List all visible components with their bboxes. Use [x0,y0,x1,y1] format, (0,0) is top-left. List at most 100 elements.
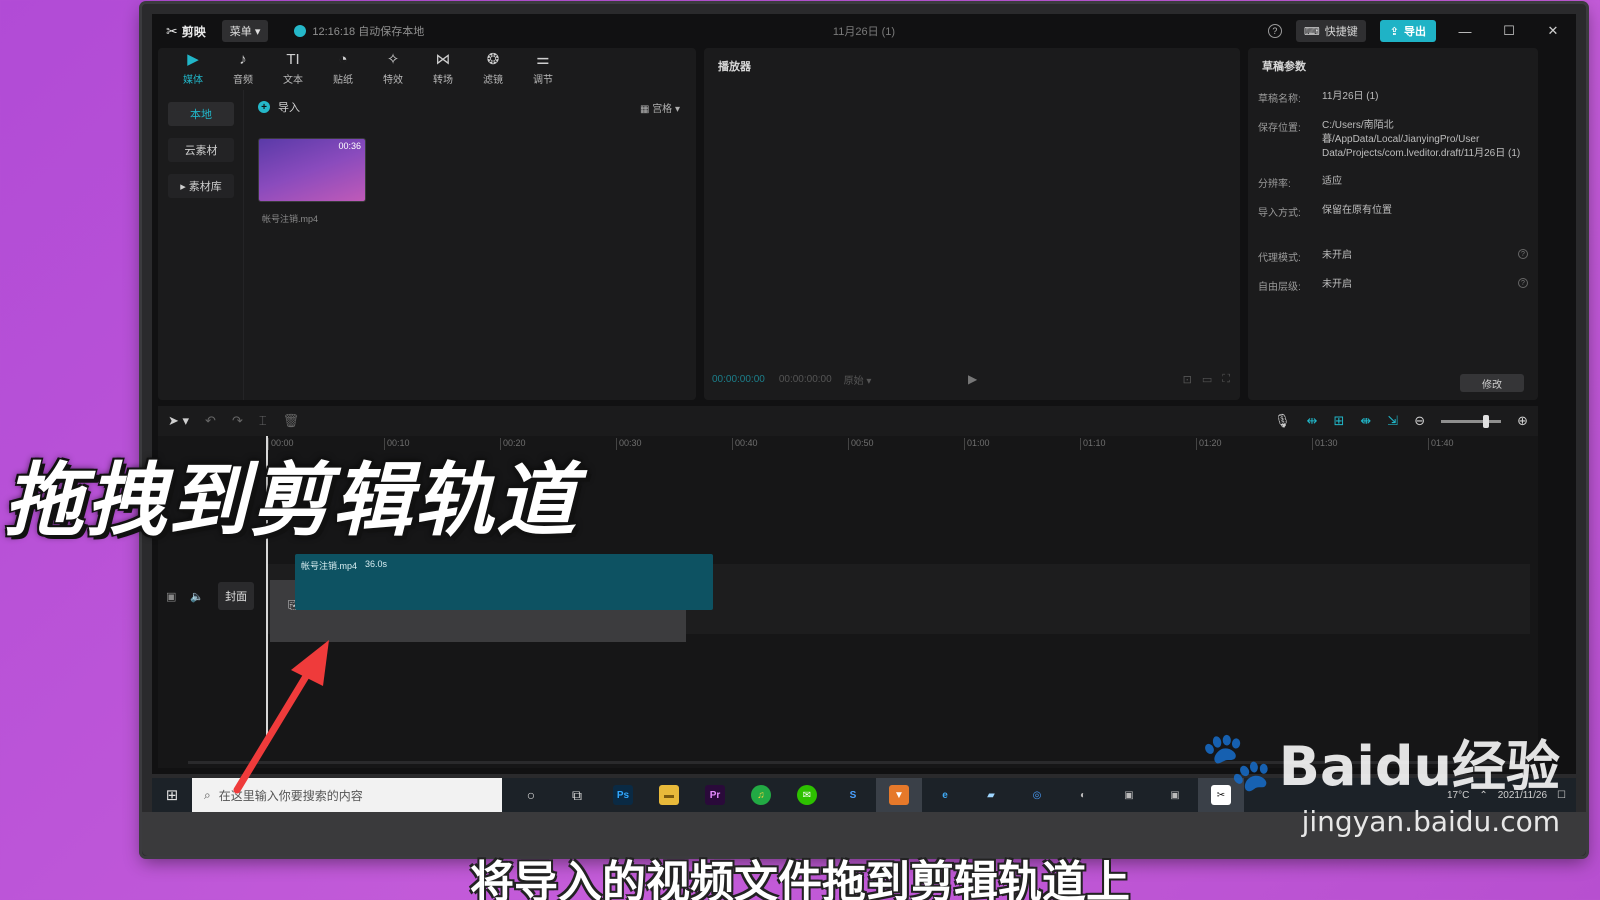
ruler-tick: 01:10 [1080,438,1106,450]
modify-button[interactable]: 修改 [1460,374,1524,392]
export-label: 导出 [1404,26,1426,38]
fullscreen-icon[interactable]: ⛶ [1222,373,1230,386]
media-tool-icon[interactable]: ◐ [1060,778,1106,812]
param-key: 代理模式: [1258,253,1301,264]
title-bar: ✂ 剪映 菜单 ▾ 12:16:18 自动保存本地 11月26日 (1) ? ⌨… [152,14,1576,48]
tab-transition[interactable]: ⋈ 转场 [418,48,468,90]
menu-button[interactable]: 菜单 ▾ [221,20,269,42]
snapshot-icon[interactable]: ⊡ [1183,373,1192,386]
play-icon[interactable]: ▶ [968,372,977,386]
cover-button[interactable]: 封面 [218,582,255,610]
video-track-icon[interactable]: ▣ [166,590,176,603]
mute-icon[interactable]: 🔈 [190,590,204,603]
aspect-icon[interactable]: ▭ [1202,373,1212,386]
ruler-tick: 01:30 [1312,438,1338,450]
select-tool-icon[interactable]: ➤ ▾ [168,413,189,429]
split-icon[interactable]: ⌶ [259,413,267,429]
watermark-url: jingyan.baidu.com [1301,805,1560,838]
shortcut-button[interactable]: ⌨ 快捷键 [1295,20,1366,42]
notepad-icon[interactable]: ▰ [968,778,1014,812]
view-label: 宫格 [652,104,673,115]
param-value: 未开启 [1322,279,1352,290]
param-key: 导入方式: [1258,208,1301,219]
snap-icon[interactable]: ⇼ [1360,413,1371,429]
track-header: ▣ 🔈 封面 [166,582,255,610]
camera-icon[interactable]: ▣ [1106,778,1152,812]
tab-media[interactable]: ▶ 媒体 [168,48,218,90]
link-icon[interactable]: ⇹ [1307,413,1318,429]
tab-filter[interactable]: ❂ 滤镜 [468,48,518,90]
export-button[interactable]: ⇪ 导出 [1379,20,1436,42]
windows-start-icon[interactable]: ⊞ [152,786,192,804]
tab-audio[interactable]: ♪ 音频 [218,48,268,90]
grid-icon: ▦ [639,104,650,115]
check-circle-icon [294,25,307,37]
params-title: 草稿参数 [1262,61,1306,73]
zoom-slider[interactable] [1441,414,1502,428]
redo-icon[interactable]: ↷ [232,413,243,429]
microphone-icon[interactable]: 🎙 [1274,413,1291,429]
browser-icon[interactable]: S [830,778,876,812]
delete-icon[interactable]: 🗑 [283,413,300,429]
param-key: 草稿名称: [1258,94,1301,105]
param-row: 代理模式: 未开启 ? [1248,249,1538,264]
tab-label: 文本 [283,75,303,86]
import-button[interactable]: + 导入 [254,90,686,124]
tab-adjust[interactable]: ⚌ 调节 [518,48,568,90]
param-row: 导入方式: 保留在原有位置 [1248,204,1538,219]
tab-sticker[interactable]: ◔ 贴纸 [318,48,368,90]
file-explorer-icon[interactable]: ▬ [646,778,692,812]
photoshop-icon[interactable]: Ps [600,778,646,812]
help-icon[interactable]: ? [1267,24,1282,38]
undo-icon[interactable]: ↶ [205,413,216,429]
sidebar-item-local[interactable]: 本地 [168,102,234,126]
magnet-icon[interactable]: ⊞ [1333,413,1344,429]
effects-icon: ✧ [386,51,400,68]
wechat-icon[interactable]: ✉ [784,778,830,812]
search-icon: ⌕ [204,787,211,802]
filter-icon: ❂ [486,51,500,68]
zoom-slider-handle[interactable] [1483,414,1490,428]
feishu-icon[interactable]: ▼ [876,778,922,812]
edge-icon[interactable]: e [922,778,968,812]
sidebar-item-library[interactable]: ▸ 素材库 [168,174,234,198]
view-toggle[interactable]: ▦ 宫格 ▾ [640,100,680,115]
info-icon[interactable]: ? [1518,249,1528,259]
jianying-window: ✂ 剪映 菜单 ▾ 12:16:18 自动保存本地 11月26日 (1) ? ⌨… [152,14,1576,774]
qq-music-icon[interactable]: ♫ [738,778,784,812]
preview-axis-icon[interactable]: ⇲ [1387,413,1398,429]
chat-icon[interactable]: ◎ [1014,778,1060,812]
ratio-select[interactable]: 原始 ▾ [844,372,872,387]
cortana-icon[interactable]: ○ [508,778,554,812]
recorder-icon[interactable]: ▣ [1152,778,1198,812]
clip-name: 帐号注销.mp4 [301,561,358,571]
ratio-label: 原始 [843,375,864,387]
player-panel: 播放器 00:00:00:00 00:00:00:00 原始 ▾ ▶ ⊡ ▭ ⛶ [704,48,1240,400]
timeline-right-tools: 🎙 ⇹ ⊞ ⇼ ⇲ ⊖ ⊕ [1274,413,1528,429]
sidebar-item-cloud[interactable]: 云素材 [168,138,234,162]
tab-label: 调节 [533,75,553,86]
menu-label: 菜单 [229,26,252,38]
zoom-out-icon[interactable]: ⊖ [1414,413,1425,429]
premiere-icon[interactable]: Pr [692,778,738,812]
clip-label: 帐号注销.mp4 36.0s [301,559,387,572]
app-logo: ✂ 剪映 [166,23,206,40]
media-content: + 导入 ▦ 宫格 ▾ 00:36 帐号注销.mp4 [254,90,686,390]
media-thumbnail[interactable]: 00:36 [258,138,366,202]
task-view-icon[interactable]: ⧉ [554,778,600,812]
tab-label: 媒体 [183,75,203,86]
tab-label: 滤镜 [483,75,503,86]
tab-effects[interactable]: ✧ 特效 [368,48,418,90]
zoom-in-icon[interactable]: ⊕ [1517,413,1528,429]
info-icon[interactable]: ? [1518,278,1528,288]
autosave-status: 12:16:18 自动保存本地 [294,23,424,39]
tab-text[interactable]: TI 文本 [268,48,318,90]
param-row: 草稿名称: 11月26日 (1) [1248,90,1538,105]
close-icon[interactable]: ✕ [1538,23,1568,39]
minimize-icon[interactable]: — [1450,24,1480,39]
maximize-icon[interactable]: ☐ [1494,23,1524,39]
dragged-video-clip[interactable]: 帐号注销.mp4 36.0s [295,554,713,610]
player-controls: 00:00:00:00 00:00:00:00 原始 ▾ ▶ ⊡ ▭ ⛶ [704,368,1240,390]
asset-tabs: ▶ 媒体 ♪ 音频 TI 文本 ◔ 贴纸 ✧ 特效 ⋈ 转场 ❂ 滤镜 ⚌ 调节 [158,48,696,90]
ruler-tick: 00:30 [616,438,642,450]
